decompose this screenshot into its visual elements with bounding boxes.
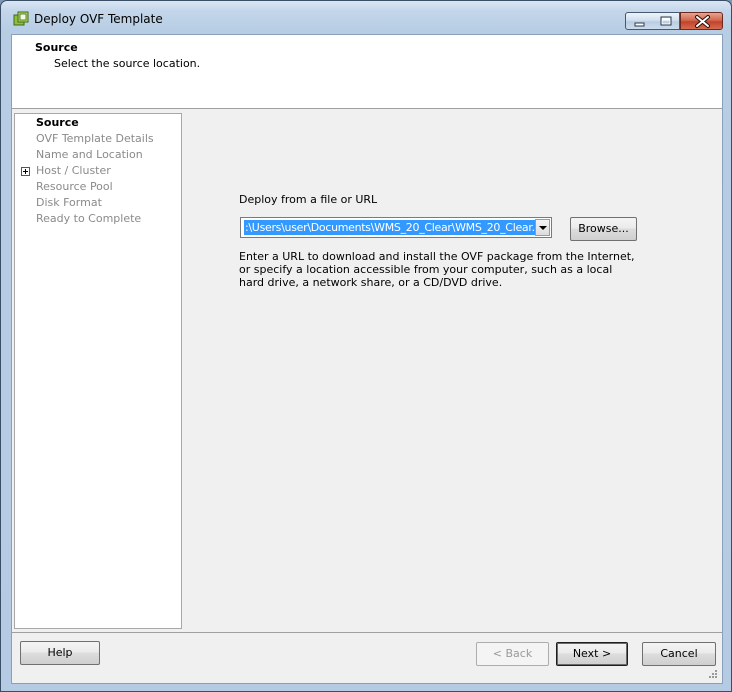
footer-divider [12,632,722,633]
dropdown-arrow-icon[interactable] [535,219,550,236]
source-path-combobox[interactable]: :\Users\user\Documents\WMS_20_Clear\WMS_… [240,217,552,238]
wizard-header: Source Select the source location. [12,35,722,109]
back-button[interactable]: < Back [476,642,549,666]
maximize-button[interactable] [652,12,680,30]
minimize-button[interactable] [625,12,653,30]
browse-button[interactable]: Browse... [570,217,637,241]
title-bar[interactable]: Deploy OVF Template [1,1,731,33]
dialog-window: Deploy OVF Template Source Select the so… [0,0,732,692]
step-disk-format[interactable]: Disk Format [36,196,102,209]
source-path-value[interactable]: :\Users\user\Documents\WMS_20_Clear\WMS_… [244,220,535,235]
help-button[interactable]: Help [20,641,100,665]
page-subtitle: Select the source location. [54,57,201,70]
step-name-and-location[interactable]: Name and Location [36,148,143,161]
step-resource-pool[interactable]: Resource Pool [36,180,113,193]
source-panel: Deploy from a file or URL :\Users\user\D… [184,111,722,631]
wizard-steps-list: Source OVF Template Details Name and Loc… [14,113,182,629]
deploy-source-label: Deploy from a file or URL [239,193,378,206]
step-source[interactable]: Source [36,116,79,129]
window-title: Deploy OVF Template [34,12,163,26]
step-ready-to-complete[interactable]: Ready to Complete [36,212,141,225]
page-title: Source [35,41,78,54]
cancel-button[interactable]: Cancel [642,642,716,666]
source-help-text: Enter a URL to download and install the … [239,250,635,289]
close-button[interactable] [680,12,723,30]
close-icon [695,15,710,28]
minimize-icon [634,22,645,27]
step-ovf-template-details[interactable]: OVF Template Details [36,132,154,145]
vsphere-app-icon [13,11,29,27]
expand-plus-icon[interactable] [21,167,30,176]
dialog-content: Source Select the source location. Sourc… [11,34,723,684]
step-host-cluster[interactable]: Host / Cluster [36,164,111,177]
maximize-icon [660,16,672,26]
next-button[interactable]: Next > [556,642,628,666]
resize-grip-icon[interactable] [708,669,718,679]
